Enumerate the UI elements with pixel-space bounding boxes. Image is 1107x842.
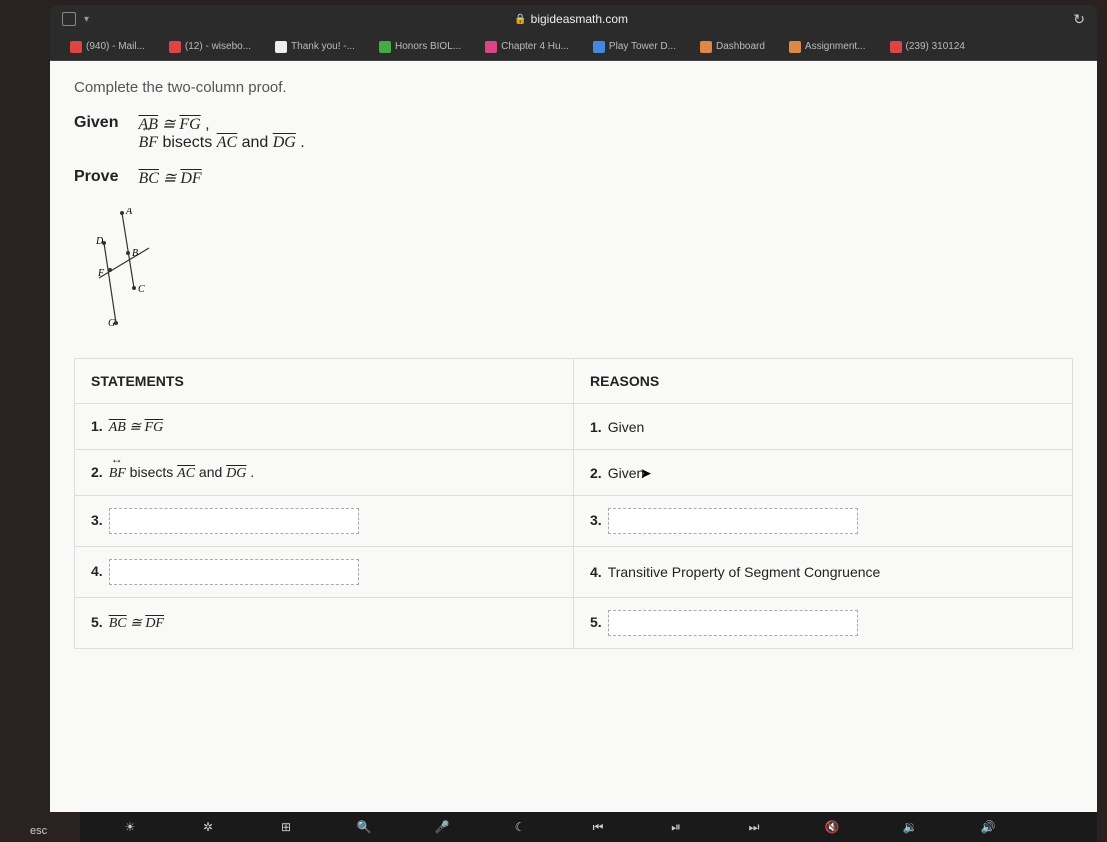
bookmarks-bar: (940) - Mail... (12) - wisebo... Thank y… xyxy=(50,33,1097,61)
table-row: 1.AB ≅ FG 1.Given xyxy=(75,404,1073,450)
line-bf: BF xyxy=(138,134,158,152)
play-pause-icon: ⏯ xyxy=(656,820,696,835)
favicon-icon xyxy=(485,41,497,53)
statement-input-4[interactable] xyxy=(109,559,359,585)
favicon-icon xyxy=(593,41,605,53)
favicon-icon xyxy=(789,41,801,53)
url-text: bigideasmath.com xyxy=(531,12,628,26)
bookmark-item[interactable]: Thank you! -... xyxy=(275,41,355,53)
favicon-icon xyxy=(70,41,82,53)
browser-address-bar: ▾ 🔒 bigideasmath.com ↻ xyxy=(50,5,1097,33)
statement-input-3[interactable] xyxy=(109,508,359,534)
bookmark-item[interactable]: Dashboard xyxy=(700,41,765,53)
reason-text: Transitive Property of Segment Congruenc… xyxy=(608,564,881,580)
instruction-text: Complete the two-column proof. xyxy=(74,79,1073,96)
bookmark-item[interactable]: Honors BIOL... xyxy=(379,41,461,53)
diagram-label-b: B xyxy=(132,248,138,259)
bookmark-item[interactable]: Chapter 4 Hu... xyxy=(485,41,569,53)
search-icon: 🔍 xyxy=(344,820,384,834)
mute-icon: 🔇 xyxy=(812,820,852,834)
brightness-up-icon: ✲ xyxy=(188,820,228,834)
diagram-label-g: G xyxy=(108,318,115,328)
reason-text: Given xyxy=(608,419,645,435)
reason-input-3[interactable] xyxy=(608,508,858,534)
mission-control-icon: ⊞ xyxy=(266,820,306,834)
brightness-down-icon: ☀ xyxy=(110,820,150,834)
reload-icon[interactable]: ↻ xyxy=(1073,11,1085,28)
diagram-label-f: F xyxy=(97,268,105,279)
segment-fg: FG xyxy=(179,116,200,133)
url-display[interactable]: 🔒 bigideasmath.com xyxy=(97,12,1045,26)
bookmark-item[interactable]: (940) - Mail... xyxy=(70,41,145,53)
keyboard-fn-row: ☀ ✲ ⊞ 🔍 🎤 ☾ ⏮ ⏯ ⏭ 🔇 🔉 🔊 xyxy=(80,812,1097,842)
given-label: Given xyxy=(74,114,134,132)
bookmark-item[interactable]: (12) - wisebo... xyxy=(169,41,251,53)
table-row: 5.BC ≅ DF 5. xyxy=(75,598,1073,649)
table-row: 4. 4.Transitive Property of Segment Cong… xyxy=(75,547,1073,598)
window-icon[interactable] xyxy=(62,12,76,26)
segment-ac: AC xyxy=(217,134,237,151)
diagram-label-a: A xyxy=(125,208,133,217)
esc-key: esc xyxy=(30,825,47,837)
bookmark-item[interactable]: Play Tower D... xyxy=(593,41,676,53)
favicon-icon xyxy=(700,41,712,53)
vol-up-icon: 🔊 xyxy=(968,820,1008,834)
rewind-icon: ⏮ xyxy=(578,820,618,835)
favicon-icon xyxy=(379,41,391,53)
table-row: 2.BF bisects AC and DG . 2.Given xyxy=(75,450,1073,496)
forward-icon: ⏭ xyxy=(734,820,774,835)
favicon-icon xyxy=(169,41,181,53)
lock-icon: 🔒 xyxy=(514,14,526,25)
diagram-label-c: C xyxy=(138,284,145,295)
reason-input-5[interactable] xyxy=(608,610,858,636)
favicon-icon xyxy=(890,41,902,53)
segment-dg: DG xyxy=(273,134,296,151)
segment-bc: BC xyxy=(138,170,158,187)
segment-df: DF xyxy=(180,170,201,187)
chevron-down-icon[interactable]: ▾ xyxy=(84,14,89,25)
favicon-icon xyxy=(275,41,287,53)
proof-table: STATEMENTS REASONS 1.AB ≅ FG 1.Given 2.B… xyxy=(74,358,1073,649)
prove-label: Prove xyxy=(74,168,134,186)
vol-down-icon: 🔉 xyxy=(890,820,930,834)
statements-header: STATEMENTS xyxy=(75,359,574,404)
given-block: Given AB ≅ FG , BF bisects AC and DG . xyxy=(74,114,1073,152)
diagram-label-d: D xyxy=(95,236,104,247)
page-content: Complete the two-column proof. Given AB … xyxy=(50,61,1097,812)
reasons-header: REASONS xyxy=(574,359,1073,404)
mic-icon: 🎤 xyxy=(422,820,462,834)
reason-text: Given xyxy=(608,465,645,481)
table-row: 3. 3. xyxy=(75,496,1073,547)
dnd-icon: ☾ xyxy=(500,820,540,834)
bookmark-item[interactable]: (239) 310124 xyxy=(890,41,966,53)
bookmark-item[interactable]: Assignment... xyxy=(789,41,866,53)
geometry-diagram: A B C D F G xyxy=(94,208,164,328)
prove-block: Prove BC ≅ DF xyxy=(74,168,1073,188)
